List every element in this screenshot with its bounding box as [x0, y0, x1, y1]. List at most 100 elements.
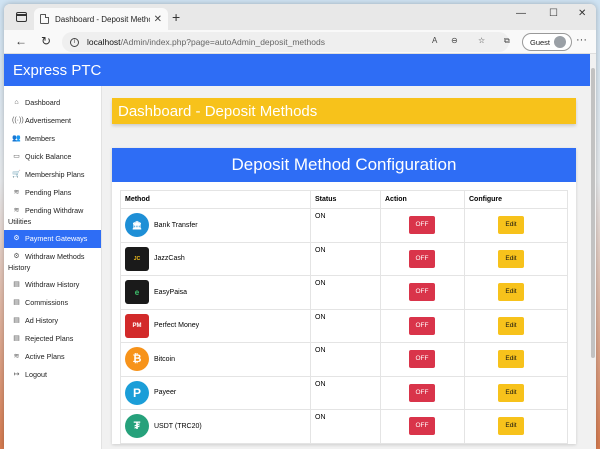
sidebar-item-label-cont: Utilities — [8, 217, 32, 226]
status-value: ON — [310, 308, 381, 343]
sidebar-item-payment-gateways[interactable]: ⚙ Payment Gateways — [4, 230, 101, 248]
edit-button[interactable]: Edit — [498, 350, 524, 368]
bitcoin-logo-icon: ₿ — [125, 347, 149, 371]
edit-button[interactable]: Edit — [498, 316, 524, 335]
sidebar-item-label: Withdraw Methods — [25, 252, 85, 261]
gear-icon: ⚙ — [13, 253, 20, 260]
sidebar-item-commissions[interactable]: ▤ Commissions — [4, 294, 101, 312]
toggle-off-button[interactable]: OFF — [409, 249, 435, 268]
tab-title: Dashboard - Deposit Methods — [55, 14, 150, 24]
back-icon[interactable]: ← — [15, 34, 27, 48]
table-row: ₮ USDT (TRC20) ON OFF Edit — [120, 409, 568, 444]
method-name: USDT (TRC20) — [154, 422, 202, 430]
scrollbar-thumb[interactable] — [591, 68, 595, 358]
sidebar-item-pending-withdraw[interactable]: ≋ Pending Withdraw Utilities — [4, 202, 101, 230]
sidebar-item-label: Dashboard — [25, 98, 61, 107]
page-icon — [40, 14, 49, 24]
logout-icon: ↦ — [13, 371, 20, 378]
reload-icon[interactable]: ↻ — [41, 34, 51, 48]
sidebar-item-advertisement[interactable]: ((·)) Advertisement — [4, 112, 101, 130]
sidebar-item-logout[interactable]: ↦ Logout — [4, 366, 101, 384]
url-host: localhost — [87, 37, 121, 47]
deposit-methods-table: Method Status Action Configure 🏛 Bank Tra… — [120, 190, 568, 444]
status-value: ON — [310, 342, 381, 377]
toggle-off-button[interactable]: OFF — [409, 283, 435, 301]
jazzcash-logo-icon: JC — [125, 246, 149, 271]
users-icon: 👥 — [12, 135, 21, 142]
table-row: JC JazzCash ON OFF Edit — [120, 241, 568, 276]
table-header-row: Method Status Action Configure — [120, 190, 568, 209]
sidebar-item-active-plans[interactable]: ≋ Active Plans — [4, 348, 101, 366]
brand-bar: Express PTC — [4, 54, 596, 86]
tab-bar: Dashboard - Deposit Methods ✕ + — ☐ ✕ — [4, 4, 596, 30]
layers-icon: ≋ — [13, 189, 20, 196]
toggle-off-button[interactable]: OFF — [409, 350, 435, 368]
column-header-method: Method — [120, 190, 311, 209]
collections-icon[interactable]: ⧉ — [504, 36, 510, 46]
more-icon[interactable]: ··· — [576, 34, 587, 46]
close-tab-icon[interactable]: ✕ — [154, 14, 162, 25]
table-row: ₿ Bitcoin ON OFF Edit — [120, 342, 568, 377]
tether-logo-icon: ₮ — [125, 414, 149, 438]
sidebar-item-label: Payment Gateways — [25, 234, 88, 243]
toggle-off-button[interactable]: OFF — [409, 417, 435, 435]
zoom-icon[interactable]: ⊖ — [451, 36, 458, 45]
document-icon: ▤ — [13, 317, 20, 324]
sidebar-item-label: Logout — [25, 370, 47, 379]
status-value: ON — [310, 375, 381, 410]
page-title: Dashboard - Deposit Methods — [112, 98, 576, 124]
sidebar-item-withdraw-methods[interactable]: ⚙ Withdraw Methods History — [4, 248, 101, 276]
home-icon: ⌂ — [14, 99, 19, 106]
sidebar-item-dashboard[interactable]: ⌂ Dashboard — [4, 94, 101, 112]
edit-button[interactable]: Edit — [498, 283, 524, 301]
avatar-icon — [554, 36, 567, 48]
minimize-icon[interactable]: — — [516, 8, 526, 19]
read-aloud-icon[interactable]: A — [432, 36, 437, 45]
column-header-action: Action — [380, 190, 465, 209]
url-path: /Admin/index.php?page=autoAdmin_deposit_… — [120, 37, 325, 47]
edit-button[interactable]: Edit — [498, 249, 524, 268]
sidebar-item-label: Commissions — [25, 298, 69, 307]
broadcast-icon: ((·)) — [12, 117, 24, 124]
edit-button[interactable]: Edit — [498, 216, 524, 234]
easypaisa-logo-icon: e — [125, 280, 149, 304]
site-info-icon[interactable]: i — [70, 37, 79, 47]
maximize-icon[interactable]: ☐ — [549, 8, 558, 19]
cart-icon: 🛒 — [12, 171, 21, 178]
perfect-money-logo-icon: PM — [125, 313, 149, 338]
favorites-icon[interactable]: ☆ — [478, 36, 485, 45]
page-scrollbar[interactable] — [590, 54, 596, 449]
layers-icon: ≋ — [13, 353, 20, 360]
sidebar-item-label: Pending Plans — [25, 188, 72, 197]
toggle-off-button[interactable]: OFF — [409, 216, 435, 234]
sidebar-item-label-cont: History — [8, 263, 31, 272]
sidebar-item-members[interactable]: 👥 Members — [4, 130, 101, 148]
gear-icon: ⚙ — [13, 235, 20, 242]
sidebar-item-rejected-plans[interactable]: ▤ Rejected Plans — [4, 330, 101, 348]
sidebar-item-label: Withdraw History — [25, 280, 80, 289]
status-value: ON — [310, 208, 381, 243]
window-menu-icon[interactable] — [10, 6, 32, 28]
document-icon: ▤ — [13, 299, 20, 306]
edit-button[interactable]: Edit — [498, 417, 524, 435]
edit-button[interactable]: Edit — [498, 383, 524, 402]
address-bar[interactable]: i localhost/Admin/index.php?page=autoAdm… — [62, 32, 509, 52]
sidebar-item-ad-history[interactable]: ▤ Ad History — [4, 312, 101, 330]
profile-button[interactable]: Guest — [522, 33, 572, 51]
brand-name[interactable]: Express PTC — [13, 62, 101, 79]
sidebar-item-pending-plans[interactable]: ≋ Pending Plans — [4, 184, 101, 202]
sidebar-item-withdraw-history[interactable]: ▤ Withdraw History — [4, 276, 101, 294]
browser-window: Dashboard - Deposit Methods ✕ + — ☐ ✕ ← … — [4, 4, 596, 449]
address-bar-row: ← ↻ i localhost/Admin/index.php?page=aut… — [4, 30, 596, 54]
sidebar-item-label: Active Plans — [25, 352, 65, 361]
new-tab-icon[interactable]: + — [172, 9, 180, 25]
method-name: EasyPaisa — [154, 288, 188, 296]
toggle-off-button[interactable]: OFF — [409, 383, 435, 402]
browser-tab[interactable]: Dashboard - Deposit Methods ✕ — [34, 8, 168, 30]
sidebar-item-membership-plans[interactable]: 🛒 Membership Plans — [4, 166, 101, 184]
close-window-icon[interactable]: ✕ — [578, 8, 586, 19]
sidebar-item-quick-balance[interactable]: ▭ Quick Balance — [4, 148, 101, 166]
sidebar-item-label: Members — [25, 134, 55, 143]
toggle-off-button[interactable]: OFF — [409, 316, 435, 335]
method-name: Perfect Money — [154, 322, 200, 329]
